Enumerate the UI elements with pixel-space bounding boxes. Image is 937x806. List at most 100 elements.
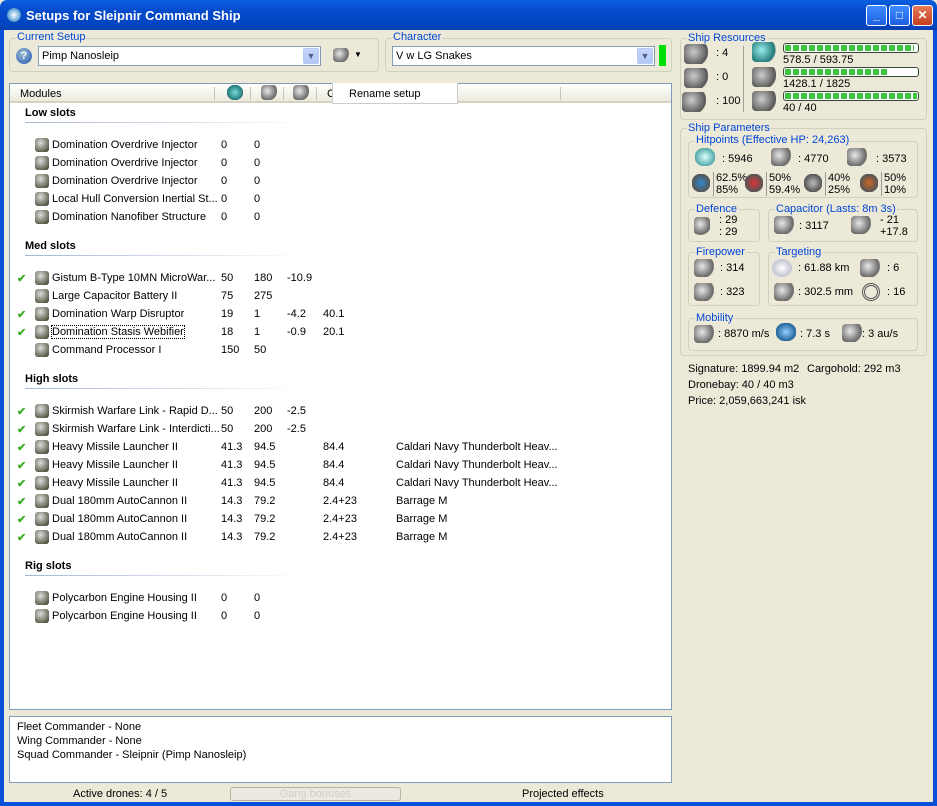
targeting-range: : 61.88 km [798, 262, 850, 274]
window-frame [933, 30, 937, 806]
module-name: Heavy Missile Launcher II [52, 459, 178, 471]
column-modules[interactable]: Modules [20, 88, 62, 100]
setup-select-value: Pimp Nanosleip [42, 50, 120, 62]
gang-bonuses-button[interactable]: Gang bonuses [230, 787, 401, 801]
module-stat: 40.1 [323, 308, 345, 320]
module-row[interactable]: Domination Overdrive Injector 0 0 [10, 173, 670, 191]
module-stat: 2.4+23 [323, 531, 357, 543]
active-check-icon[interactable]: ✔ [17, 459, 26, 472]
align-time-icon [776, 323, 796, 341]
scan-resolution: : 302.5 mm [798, 286, 854, 298]
active-check-icon[interactable]: ✔ [17, 308, 26, 321]
capacitor-recharge-icon [851, 216, 871, 234]
active-check-icon[interactable]: ✔ [17, 423, 26, 436]
module-stat: 200 [254, 405, 273, 417]
module-name: Skirmish Warfare Link - Rapid D... [52, 405, 218, 417]
active-check-icon[interactable]: ✔ [17, 513, 26, 526]
module-row[interactable]: ✔ Gistum B-Type 10MN MicroWar... 50 180 -10.… [10, 270, 670, 288]
app-icon [7, 8, 21, 22]
setup-actions-button[interactable]: ▼ [333, 48, 363, 64]
module-row[interactable]: ✔ Domination Warp Disruptor 19 1 -4.2 40.1 [10, 306, 670, 324]
module-row[interactable]: Polycarbon Engine Housing II 0 0 [10, 608, 670, 626]
module-stat: 18 [221, 326, 234, 338]
modules-list[interactable]: Modules C Low slots Domination Overdrive … [9, 83, 672, 710]
module-icon [35, 343, 49, 357]
armor-icon [771, 148, 791, 166]
active-check-icon[interactable]: ✔ [17, 531, 26, 544]
active-check-icon[interactable]: ✔ [17, 495, 26, 508]
module-icon [35, 512, 49, 526]
module-row[interactable]: Domination Nanofiber Structure 0 0 [10, 209, 670, 227]
module-stat: 1 [254, 326, 261, 338]
module-row[interactable]: ✔ Domination Stasis Webifier 18 1 -0.9 20.1 [10, 324, 670, 342]
module-row[interactable]: ✔ Dual 180mm AutoCannon II 14.3 79.2 2.4+23 B… [10, 511, 670, 529]
module-row[interactable]: ✔ Dual 180mm AutoCannon II 14.3 79.2 2.4+23 B… [10, 493, 670, 511]
shield-icon [695, 148, 715, 166]
resist-a: 62.5% [716, 172, 748, 184]
squad-commander: Squad Commander - Sleipnir (Pimp Nanosle… [17, 749, 247, 761]
module-row[interactable]: Local Hull Conversion Inertial St... 0 0 [10, 191, 670, 209]
module-icon [35, 422, 49, 436]
active-check-icon[interactable]: ✔ [17, 405, 26, 418]
missile-dps: : 323 [720, 286, 745, 298]
missile-dps-icon [694, 283, 714, 301]
ship-parameters-label: Ship Parameters [687, 122, 771, 134]
active-drones-button[interactable]: Active drones: 4 / 5 [73, 788, 167, 800]
module-row[interactable]: Domination Overdrive Injector 0 0 [10, 137, 670, 155]
module-row[interactable]: Domination Overdrive Injector 0 0 [10, 155, 670, 173]
module-name: Domination Nanofiber Structure [52, 211, 207, 223]
active-check-icon[interactable]: ✔ [17, 326, 26, 339]
max-targets: : 6 [887, 262, 900, 274]
module-stat: 20.1 [323, 326, 345, 338]
module-stat: 0 [254, 193, 261, 205]
module-row[interactable]: Large Capacitor Battery II 75 275 [10, 288, 670, 306]
active-check-icon[interactable]: ✔ [17, 441, 26, 454]
sensor-strength-icon [862, 283, 880, 301]
help-icon[interactable]: ? [16, 48, 32, 64]
active-check-icon[interactable]: ✔ [17, 272, 26, 285]
module-row[interactable]: ✔ Heavy Missile Launcher II 41.3 94.5 84.4 Ca… [10, 439, 670, 457]
setup-select[interactable]: Pimp Nanosleip ▼ [38, 46, 321, 66]
projected-effects-button[interactable]: Projected effects [522, 788, 604, 800]
ship-icon [333, 48, 349, 62]
wing-commander: Wing Commander - None [17, 735, 142, 747]
powergrid-column-icon[interactable] [261, 85, 277, 100]
active-check-icon[interactable]: ✔ [17, 477, 26, 490]
cpu-bar [783, 43, 919, 53]
module-stat: 0 [254, 211, 261, 223]
menu-item-rename-setup[interactable]: Rename setup [349, 88, 421, 100]
module-row[interactable]: ✔ Heavy Missile Launcher II 41.3 94.5 84.4 Ca… [10, 457, 670, 475]
module-stat: 0 [221, 157, 228, 169]
module-stat: 0 [254, 157, 261, 169]
module-stat: Caldari Navy Thunderbolt Heav... [396, 459, 558, 471]
section-divider [25, 255, 305, 256]
minimize-button[interactable]: _ [866, 5, 887, 26]
drone-value: 40 / 40 [783, 102, 817, 114]
capacitor-balance: - 21 +17.8 [880, 214, 908, 238]
capacitor-column-icon[interactable] [293, 85, 309, 100]
character-select[interactable]: V w LG Snakes ▼ [392, 46, 655, 66]
maximize-button[interactable]: □ [889, 5, 910, 26]
section-header: Rig slots [25, 560, 72, 572]
window-title: Setups for Sleipnir Command Ship [26, 8, 241, 23]
module-name: Domination Overdrive Injector [52, 139, 198, 151]
module-row[interactable]: ✔ Dual 180mm AutoCannon II 14.3 79.2 2.4+23 B… [10, 529, 670, 547]
module-row[interactable]: ✔ Skirmish Warfare Link - Interdicti... 50… [10, 421, 670, 439]
close-button[interactable]: ✕ [912, 5, 933, 26]
defence-values: : 29: 29 [719, 214, 737, 238]
module-stat: 50 [221, 405, 234, 417]
chevron-down-icon[interactable]: ▼ [637, 48, 653, 64]
module-name: Domination Stasis Webifier [51, 325, 185, 339]
chevron-down-icon[interactable]: ▼ [303, 48, 319, 64]
module-stat: 0 [221, 211, 228, 223]
speed-icon [694, 325, 714, 343]
module-stat: -2.5 [287, 405, 306, 417]
cargohold: Cargohold: 292 m3 [807, 363, 901, 375]
cpu-column-icon[interactable] [227, 85, 243, 100]
module-stat: 2.4+23 [323, 513, 357, 525]
module-row[interactable]: Polycarbon Engine Housing II 0 0 [10, 590, 670, 608]
module-row[interactable]: Command Processor I 150 50 [10, 342, 670, 360]
module-row[interactable]: ✔ Skirmish Warfare Link - Rapid D... 50 200… [10, 403, 670, 421]
module-stat: 94.5 [254, 477, 276, 489]
module-row[interactable]: ✔ Heavy Missile Launcher II 41.3 94.5 84.4 Ca… [10, 475, 670, 493]
